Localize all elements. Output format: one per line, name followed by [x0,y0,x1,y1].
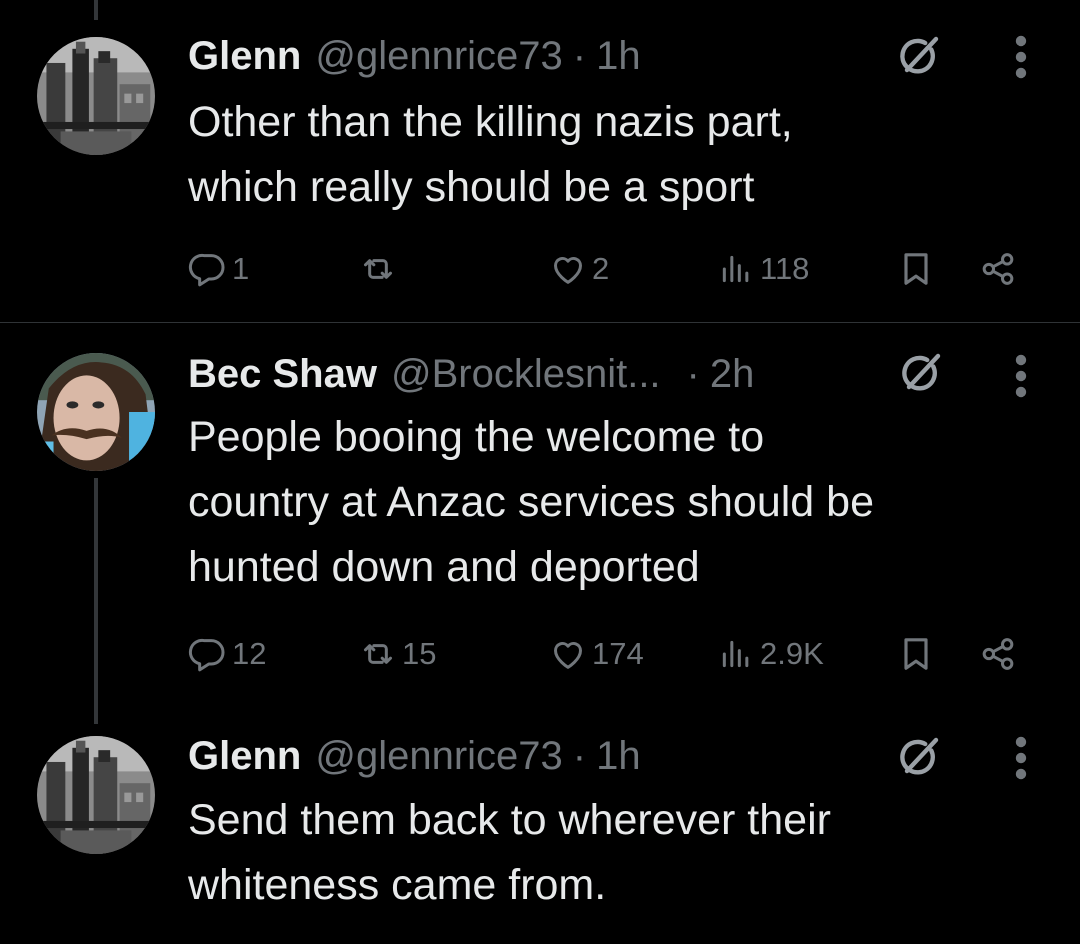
separator: · [572,733,587,778]
tweet-header: Bec Shaw @Brocklesnit... · 2h [188,344,754,404]
separator: · [572,33,587,78]
tweet-actions: 12 15 174 2.9K [188,629,1048,679]
tweet-header: Glenn @glennrice73 · 1h [188,26,641,86]
reply-count: 12 [232,636,267,671]
tweet-text: Send them back to wherever their whitene… [188,788,1048,918]
like-button[interactable]: 2 [548,244,609,294]
heart-icon [548,634,588,674]
avatar[interactable] [37,37,155,155]
bookmark-icon [896,249,936,289]
reply-icon [188,634,228,674]
tweet-header: Glenn @glennrice73 · 1h [188,726,641,786]
repost-button[interactable]: 15 [358,629,436,679]
user-handle[interactable]: @glennrice73 [315,34,562,79]
repost-icon [358,249,398,289]
grok-icon[interactable] [896,350,944,398]
bookmark-button[interactable] [896,244,936,294]
tweet-text: Other than the killing nazis part, which… [188,90,1048,220]
user-handle[interactable]: @Brocklesnit... [391,352,661,397]
tweet-text: People booing the welcome to country at … [188,405,1048,600]
timestamp[interactable]: 2h [710,352,755,397]
tweet-1[interactable]: Glenn @glennrice73 · 1h Other than the k… [0,0,1080,322]
repost-icon [358,634,398,674]
repost-button[interactable] [358,244,398,294]
share-icon [978,634,1018,674]
reply-button[interactable]: 12 [188,629,266,679]
more-icon[interactable] [1011,734,1031,782]
display-name[interactable]: Glenn [188,734,301,779]
display-name[interactable]: Glenn [188,34,301,79]
views-button[interactable]: 118 [716,244,809,294]
like-count: 174 [592,636,644,671]
reply-button[interactable]: 1 [188,244,249,294]
user-handle[interactable]: @glennrice73 [315,734,562,779]
views-button[interactable]: 2.9K [716,629,824,679]
views-icon [716,249,756,289]
tweet-text-line: which really should be a sport [188,163,755,211]
avatar[interactable] [37,353,155,471]
views-count: 2.9K [760,636,824,671]
grok-icon[interactable] [894,734,942,782]
share-button[interactable] [978,244,1018,294]
tweet-2[interactable]: Bec Shaw @Brocklesnit... · 2h People boo… [0,323,1080,723]
display-name[interactable]: Bec Shaw [188,352,377,397]
bookmark-icon [896,634,936,674]
heart-icon [548,249,588,289]
more-icon[interactable] [1011,33,1031,81]
tweet-text-line: Other than the killing nazis part, [188,98,793,146]
timestamp[interactable]: 1h [596,34,641,79]
tweet-text-line: Send them back to wherever their [188,796,831,844]
separator: · [686,351,700,396]
views-count: 118 [760,251,810,286]
repost-count: 15 [402,636,437,671]
timestamp[interactable]: 1h [596,734,641,779]
tweet-text-line: hunted down and deported [188,543,700,591]
grok-icon[interactable] [894,33,942,81]
bookmark-button[interactable] [896,629,936,679]
tweet-actions: 1 2 118 [188,244,1048,294]
like-count: 2 [592,251,610,286]
reply-count: 1 [232,251,250,286]
tweet-3[interactable]: Glenn @glennrice73 · 1h Send them back t… [0,724,1080,944]
reply-icon [188,249,228,289]
views-icon [716,634,756,674]
share-icon [978,249,1018,289]
more-icon[interactable] [1011,352,1031,400]
avatar[interactable] [37,736,155,854]
tweet-text-line: whiteness came from. [188,861,607,909]
like-button[interactable]: 174 [548,629,644,679]
share-button[interactable] [978,629,1018,679]
tweet-text-line: People booing the welcome to [188,413,765,461]
tweet-text-line: country at Anzac services should be [188,478,874,526]
